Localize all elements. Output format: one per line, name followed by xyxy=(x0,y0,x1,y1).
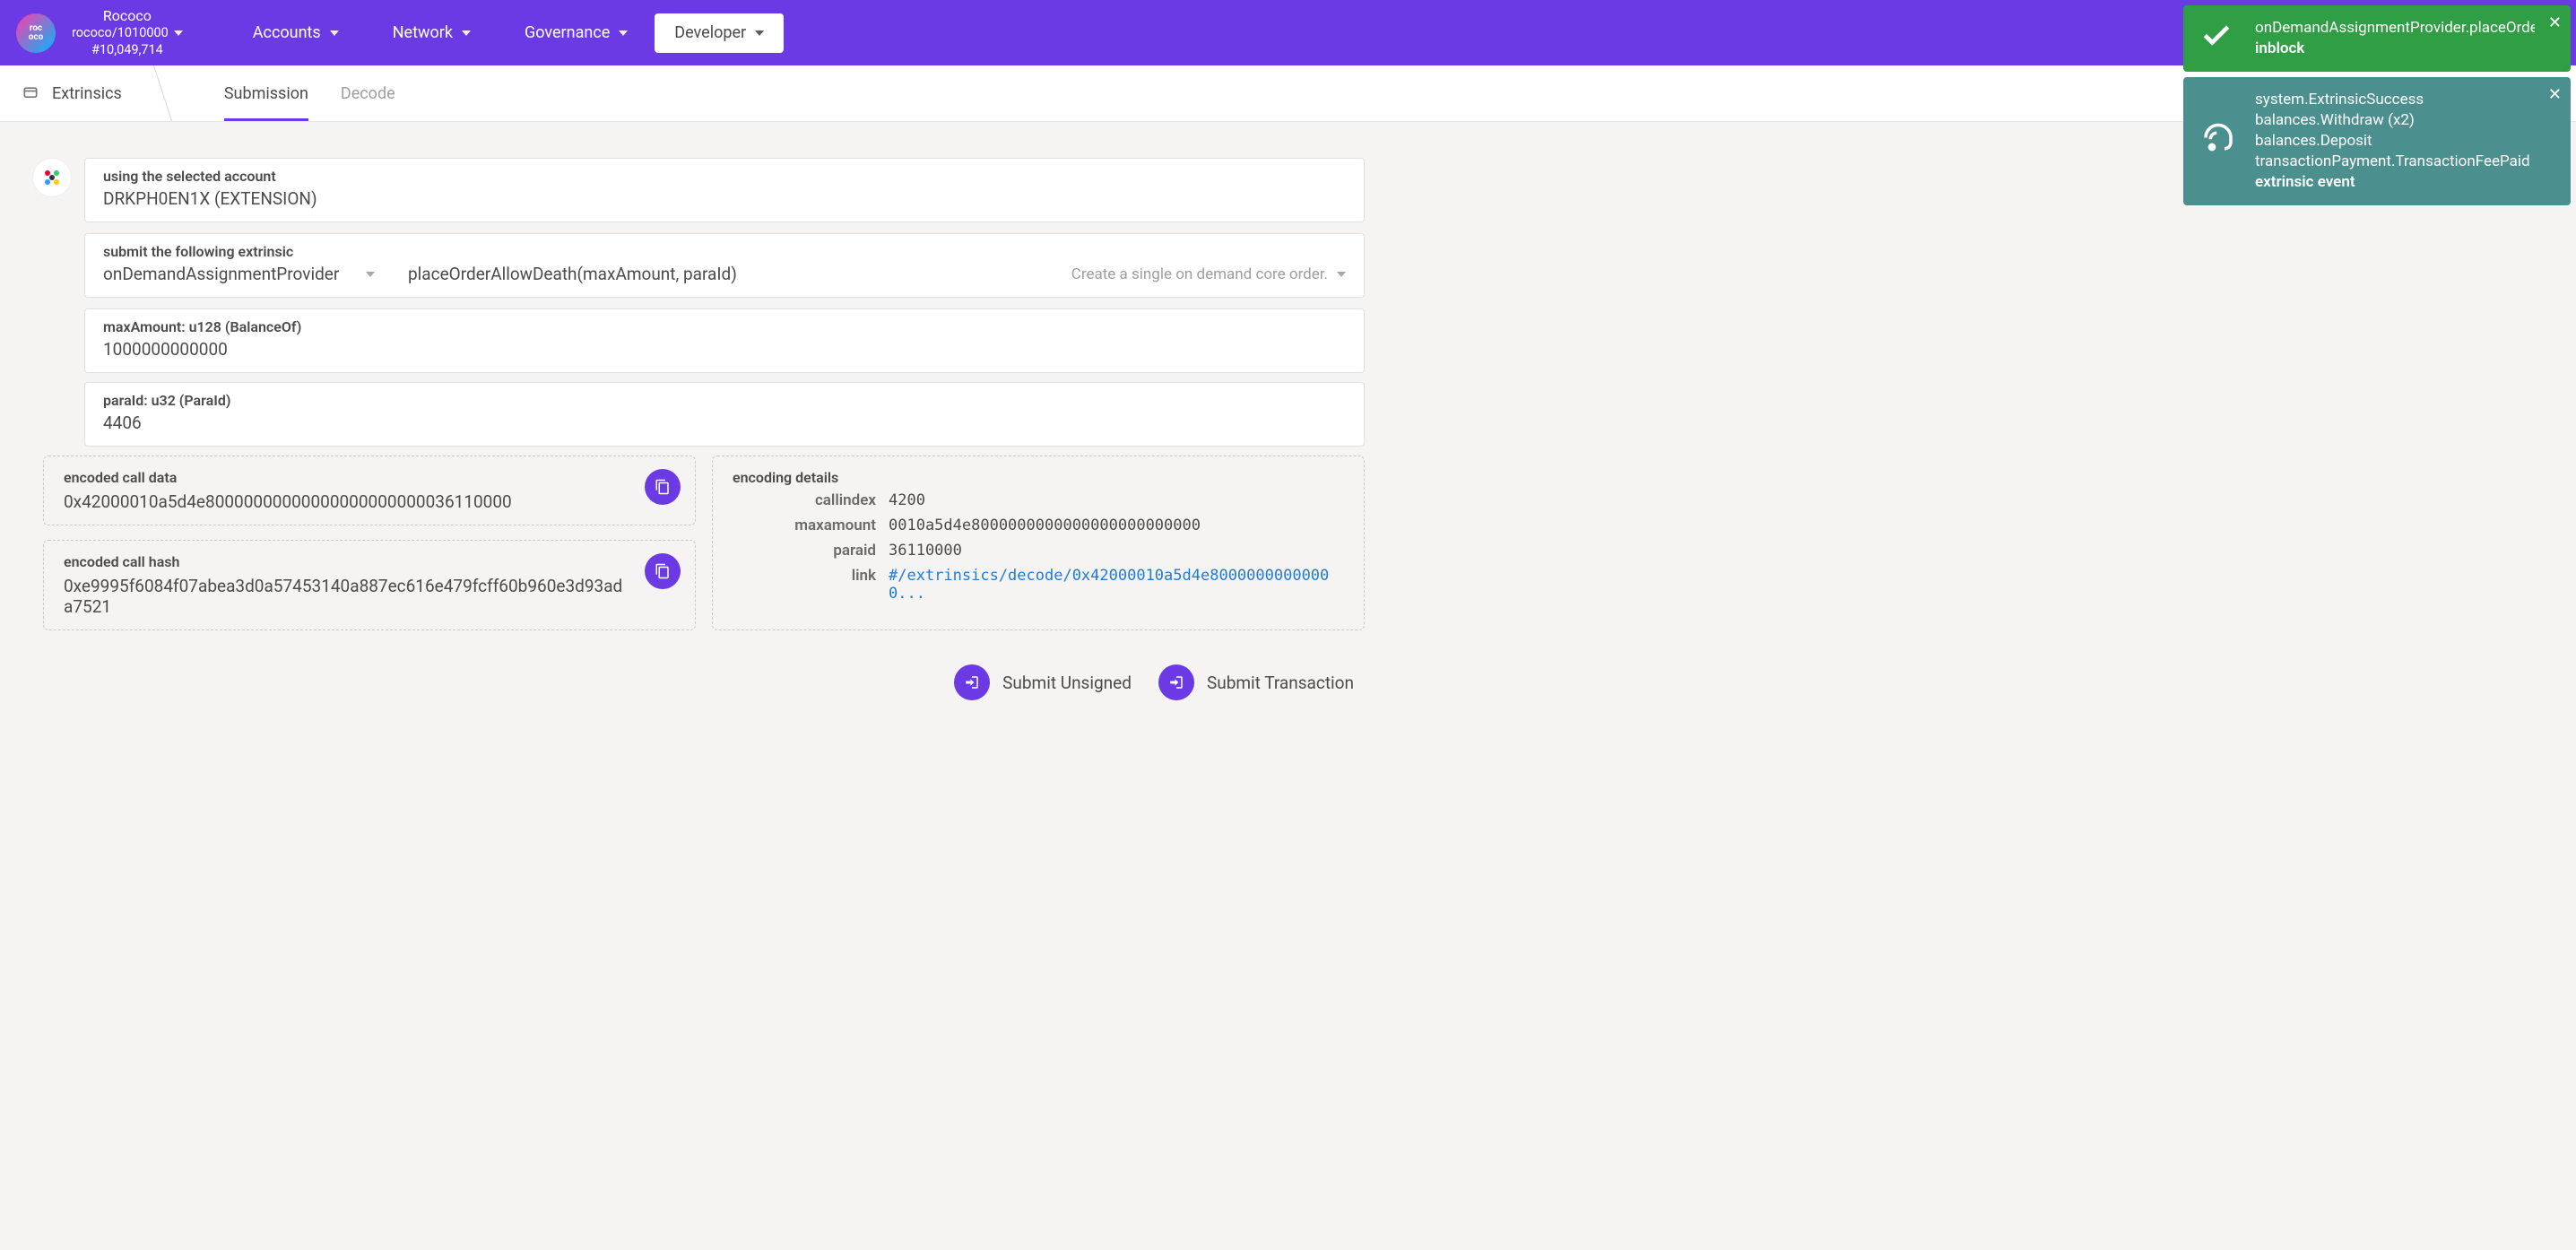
detail-key-paraid: paraid xyxy=(733,542,876,560)
copy-icon xyxy=(655,563,671,579)
account-label: using the selected account xyxy=(103,168,1346,185)
param-paraid-label: paraId: u32 (ParaId) xyxy=(103,392,1346,409)
subnav-title: Extrinsics xyxy=(0,65,149,121)
detail-key-maxamount: maxamount xyxy=(733,516,876,534)
brand-block[interactable]: roc oco Rococo rococo/1010000 #10,049,71… xyxy=(0,7,199,57)
detail-val-callindex: 4200 xyxy=(889,491,1344,509)
chevron-down-icon xyxy=(1337,272,1346,277)
account-avatar-icon xyxy=(32,158,72,197)
chevron-down-icon xyxy=(755,30,764,36)
nav-accounts[interactable]: Accounts xyxy=(226,23,366,42)
param-paraid[interactable]: paraId: u32 (ParaId) 4406 xyxy=(84,382,1365,447)
detail-key-callindex: callindex xyxy=(733,491,876,509)
close-icon[interactable]: ✕ xyxy=(2548,84,2562,106)
param-paraid-value: 4406 xyxy=(103,412,1346,433)
encoding-details-box: encoding details callindex 4200 maxamoun… xyxy=(712,456,1365,630)
extrinsics-icon xyxy=(22,84,39,102)
extrinsic-method: placeOrderAllowDeath(maxAmount, paraId) xyxy=(408,264,737,284)
chevron-down-icon xyxy=(366,272,375,277)
toast-event-list: system.ExtrinsicSuccess balances.Withdra… xyxy=(2255,90,2535,172)
extrinsic-module: onDemandAssignmentProvider xyxy=(103,264,339,284)
toast-stack: onDemandAssignmentProvider.placeOrderAll… xyxy=(2183,5,2571,205)
toast-sub: extrinsic event xyxy=(2255,172,2535,193)
nav-network[interactable]: Network xyxy=(366,23,498,42)
extrinsic-label: submit the following extrinsic xyxy=(103,243,1346,260)
param-maxamount-label: maxAmount: u128 (BalanceOf) xyxy=(103,318,1346,335)
detail-val-paraid: 36110000 xyxy=(889,542,1344,560)
submit-unsigned-button[interactable]: Submit Unsigned xyxy=(954,664,1132,700)
brand-text: Rococo rococo/1010000 #10,049,714 xyxy=(72,7,183,57)
close-icon[interactable]: ✕ xyxy=(2548,13,2562,34)
copy-icon xyxy=(655,479,671,495)
detail-val-link[interactable]: #/extrinsics/decode/0x42000010a5d4e80000… xyxy=(889,567,1344,603)
assistive-icon xyxy=(2199,119,2237,163)
toast-title: onDemandAssignmentProvider.placeOrderAll… xyxy=(2255,18,2535,39)
chain-name: Rococo xyxy=(72,7,183,25)
check-icon xyxy=(2199,18,2233,58)
encoded-call-hash-value: 0xe9995f6084f07abea3d0a57453140a887ec616… xyxy=(64,576,675,617)
submit-transaction-button[interactable]: Submit Transaction xyxy=(1158,664,1354,700)
chevron-down-icon xyxy=(174,30,183,36)
param-maxamount[interactable]: maxAmount: u128 (BalanceOf) 100000000000… xyxy=(84,308,1365,373)
encoded-call-hash-label: encoded call hash xyxy=(64,553,675,570)
chain-logo-icon: roc oco xyxy=(16,13,56,53)
copy-call-hash-button[interactable] xyxy=(645,553,681,589)
nav-governance[interactable]: Governance xyxy=(498,23,655,42)
subnav-tabs: Submission Decode xyxy=(224,65,395,121)
account-value: DRKPH0EN1X (EXTENSION) xyxy=(103,188,1346,209)
encoded-call-data-box: encoded call data 0x42000010a5d4e8000000… xyxy=(43,456,696,525)
toast-events: system.ExtrinsicSuccess balances.Withdra… xyxy=(2183,77,2571,205)
chain-block: #10,049,714 xyxy=(72,42,183,58)
toast-sub: inblock xyxy=(2255,39,2535,59)
chevron-down-icon xyxy=(462,30,471,36)
encoding-details-label: encoding details xyxy=(733,469,1344,486)
extrinsic-selector[interactable]: submit the following extrinsic onDemandA… xyxy=(84,233,1365,298)
main-nav: Accounts Network Governance Developer xyxy=(226,13,784,53)
encoded-call-data-value: 0x42000010a5d4e8000000000000000000000003… xyxy=(64,491,675,512)
submit-icon xyxy=(1168,674,1184,690)
encoded-call-data-label: encoded call data xyxy=(64,469,675,486)
chevron-down-icon xyxy=(619,30,628,36)
param-maxamount-value: 1000000000000 xyxy=(103,339,1346,360)
chevron-down-icon xyxy=(330,30,339,36)
account-selector[interactable]: using the selected account DRKPH0EN1X (E… xyxy=(84,158,1365,222)
chain-id: rococo/1010000 xyxy=(72,25,183,41)
tab-submission[interactable]: Submission xyxy=(224,65,308,121)
extrinsic-description: Create a single on demand core order. xyxy=(1071,265,1346,283)
submit-icon xyxy=(964,674,980,690)
page-content: using the selected account DRKPH0EN1X (E… xyxy=(0,122,1390,736)
tab-decode[interactable]: Decode xyxy=(341,65,395,121)
detail-key-link: link xyxy=(733,567,876,603)
copy-call-data-button[interactable] xyxy=(645,469,681,505)
toast-inblock: onDemandAssignmentProvider.placeOrderAll… xyxy=(2183,5,2571,72)
detail-val-maxamount: 0010a5d4e8000000000000000000000000 xyxy=(889,516,1344,534)
nav-developer[interactable]: Developer xyxy=(655,13,784,53)
encoded-call-hash-box: encoded call hash 0xe9995f6084f07abea3d0… xyxy=(43,540,696,630)
